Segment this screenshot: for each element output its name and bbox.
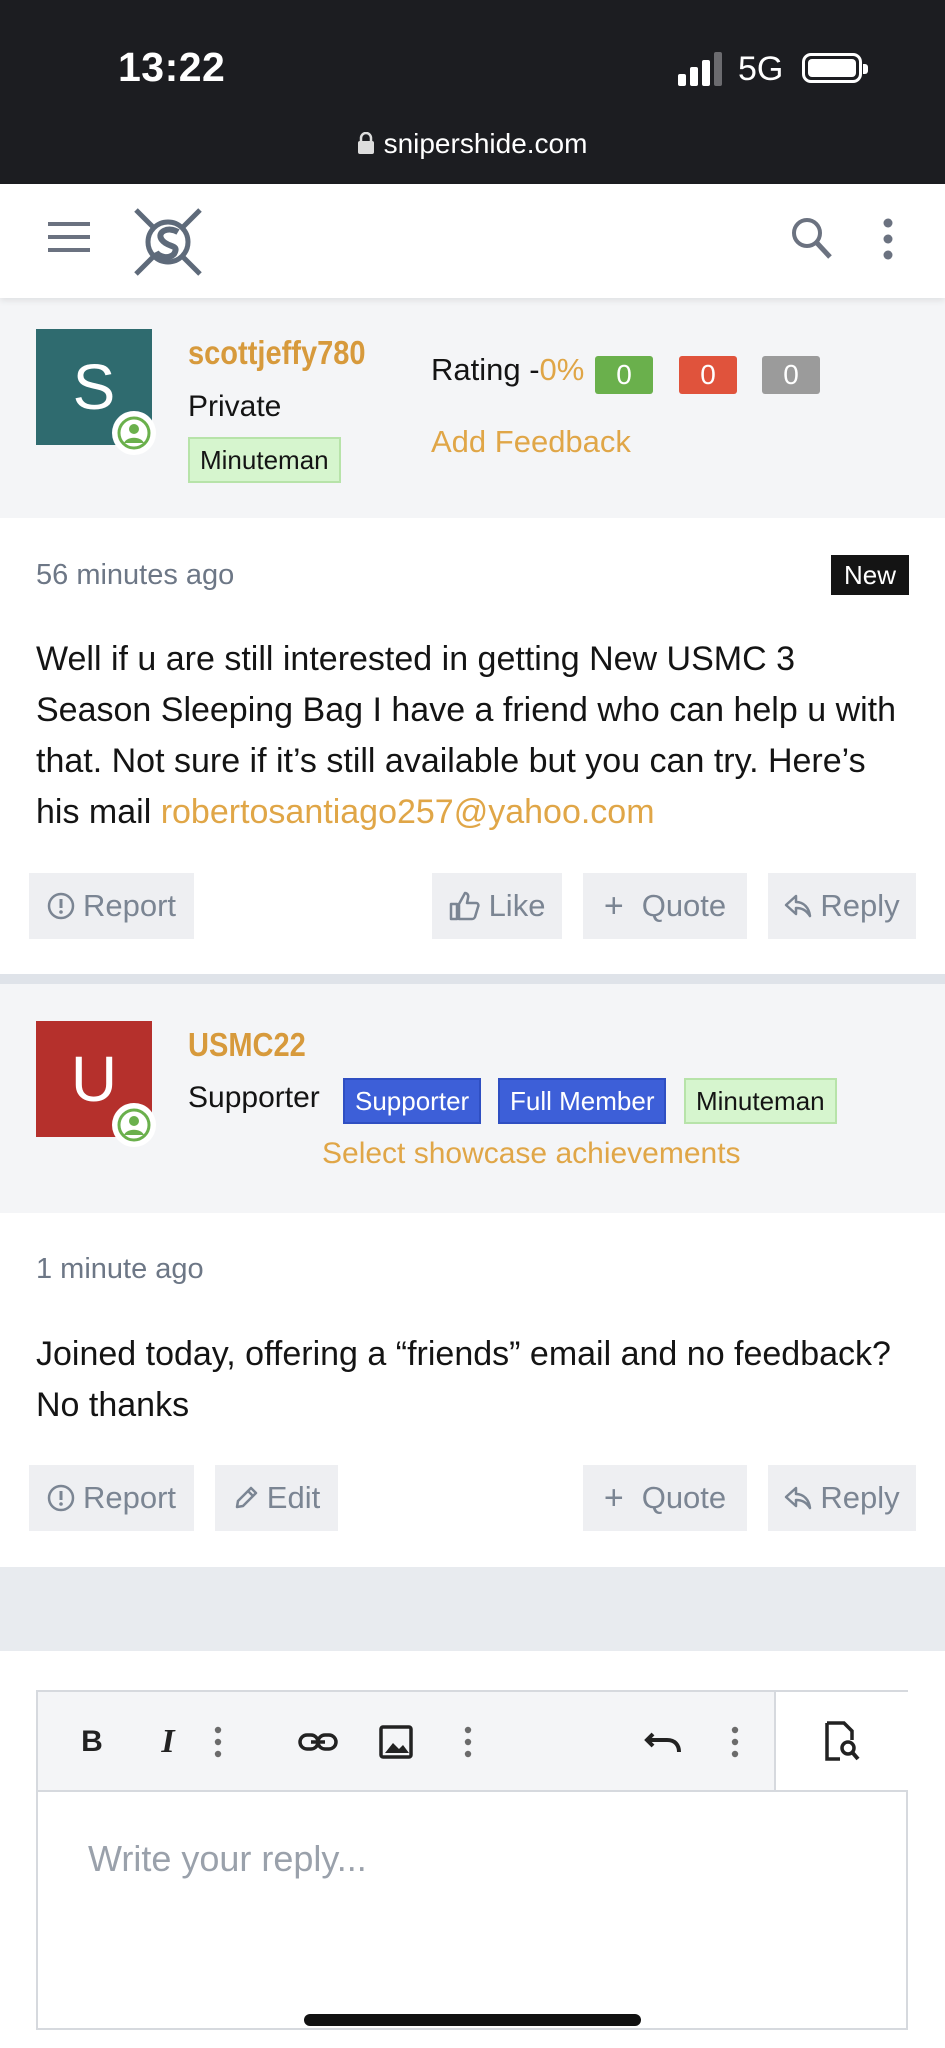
user-badge-full-member: Full Member — [498, 1078, 667, 1124]
add-feedback-link[interactable]: Add Feedback — [431, 424, 631, 460]
reply-input[interactable]: Write your reply... — [88, 1838, 367, 1880]
avatar-letter: S — [72, 351, 116, 423]
network-label: 5G — [738, 50, 784, 88]
status-time: 13:22 — [118, 44, 226, 90]
quote-button[interactable]: + Quote — [583, 1465, 747, 1531]
post-separator — [0, 974, 945, 984]
more-options-icon[interactable] — [729, 1720, 741, 1764]
showcase-achievements-link[interactable]: Select showcase achievements — [322, 1137, 741, 1171]
reply-button[interactable]: Reply — [768, 873, 916, 939]
quote-label: Quote — [641, 888, 727, 923]
quote-label: Quote — [641, 1480, 727, 1515]
email-link[interactable]: robertosantiago257@yahoo.com — [161, 793, 655, 831]
site-navbar — [0, 184, 945, 298]
rating-percent: 0% — [539, 352, 585, 387]
feedback-neutral-count: 0 — [762, 356, 820, 394]
user-badge-supporter: Supporter — [343, 1078, 482, 1124]
thumbs-up-icon — [449, 891, 480, 921]
reply-button[interactable]: Reply — [768, 1465, 916, 1531]
username-link[interactable]: scottjeffy780 — [188, 334, 366, 372]
post-timestamp[interactable]: 56 minutes ago — [36, 559, 234, 592]
reply-arrow-icon — [785, 894, 812, 918]
user-badge-minuteman: Minuteman — [684, 1078, 837, 1124]
plus-icon: + — [603, 886, 624, 925]
signal-icon — [678, 52, 722, 86]
user-status-icon — [112, 411, 156, 455]
url-bar[interactable]: snipershide.com — [0, 128, 945, 160]
hamburger-menu-icon[interactable] — [48, 220, 90, 254]
home-indicator[interactable] — [304, 2014, 641, 2026]
undo-icon[interactable] — [643, 1720, 683, 1764]
avatar[interactable]: S — [36, 329, 156, 455]
pencil-icon — [235, 1486, 258, 1509]
bold-button[interactable]: B — [70, 1720, 114, 1764]
image-icon[interactable] — [378, 1720, 414, 1764]
editor-toolbar: B I — [38, 1692, 774, 1792]
status-bar: 13:22 5G snipershide.com — [0, 0, 945, 184]
edit-button[interactable]: Edit — [215, 1465, 338, 1531]
feedback-negative-count: 0 — [679, 356, 737, 394]
reply-editor: B I Write your reply... — [36, 1690, 908, 2030]
report-button[interactable]: Report — [29, 873, 194, 939]
avatar-letter: U — [70, 1043, 118, 1115]
like-button[interactable]: Like — [432, 873, 562, 939]
preview-document-icon — [825, 1721, 860, 1761]
quote-button[interactable]: + Quote — [583, 873, 747, 939]
post-message-text: Joined today, offering a “friends” email… — [36, 1335, 891, 1424]
avatar[interactable]: U — [36, 1021, 156, 1147]
new-badge: New — [831, 555, 909, 595]
alert-circle-icon — [47, 1484, 75, 1512]
battery-icon — [802, 53, 868, 83]
more-text-options-icon[interactable] — [212, 1720, 224, 1764]
feedback-positive-count: 0 — [595, 356, 653, 394]
url-text: snipershide.com — [383, 128, 588, 159]
rating-text: Rating - — [431, 352, 540, 387]
post-message: Well if u are still interested in gettin… — [36, 634, 916, 838]
report-label: Report — [82, 888, 177, 923]
reply-label: Reply — [820, 1480, 900, 1515]
user-title: Supporter — [188, 1081, 320, 1114]
post-header-scottjeffy780: S — [0, 298, 945, 518]
preview-button[interactable] — [774, 1692, 908, 1792]
post-timestamp[interactable]: 1 minute ago — [36, 1253, 204, 1286]
user-status-icon — [112, 1103, 156, 1147]
like-label: Like — [488, 888, 546, 923]
link-icon[interactable] — [298, 1720, 338, 1764]
post-message: Joined today, offering a “friends” email… — [36, 1329, 896, 1431]
more-options-icon[interactable] — [882, 218, 894, 260]
report-button[interactable]: Report — [29, 1465, 194, 1531]
rating-label: Rating -0% — [431, 352, 584, 388]
plus-icon: + — [603, 1478, 624, 1517]
user-title: Private — [188, 390, 282, 423]
more-insert-options-icon[interactable] — [462, 1720, 474, 1764]
user-badge-minuteman: Minuteman — [188, 437, 341, 483]
alert-circle-icon — [47, 892, 75, 920]
username-link[interactable]: USMC22 — [188, 1026, 306, 1064]
lock-icon — [357, 131, 374, 154]
site-logo-icon[interactable] — [128, 202, 208, 282]
section-separator — [0, 1567, 945, 1651]
edit-label: Edit — [266, 1480, 321, 1515]
reply-label: Reply — [820, 888, 900, 923]
reply-arrow-icon — [785, 1486, 812, 1510]
italic-button[interactable]: I — [146, 1720, 190, 1764]
report-label: Report — [82, 1480, 177, 1515]
search-icon[interactable] — [790, 216, 832, 260]
